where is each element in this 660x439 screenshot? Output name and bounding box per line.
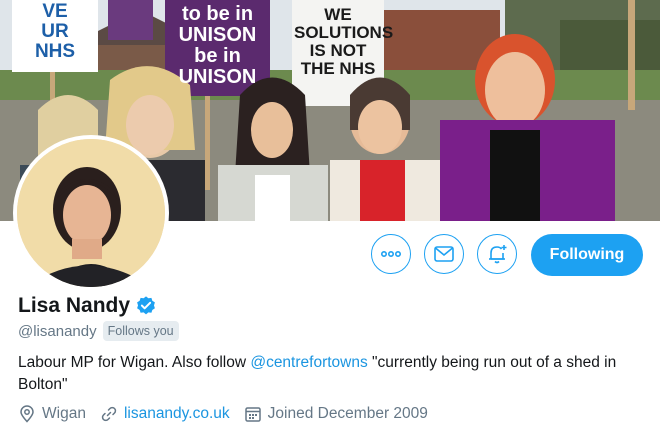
location-pin-icon <box>20 405 34 423</box>
bio-mention-link[interactable]: @centrefortowns <box>250 354 367 371</box>
banner-sign-unison: to be in UNISON be in UNISON <box>178 3 257 88</box>
location-text: Wigan <box>42 405 86 422</box>
more-icon <box>381 251 401 257</box>
avatar[interactable] <box>13 135 169 291</box>
following-button[interactable]: Following <box>531 234 643 276</box>
profile-handle: @lisanandy <box>18 322 97 340</box>
profile-name: Lisa Nandy <box>18 294 131 317</box>
website-link[interactable]: lisanandy.co.uk <box>124 405 230 423</box>
handle-row: @lisanandy Follows you <box>18 321 179 341</box>
link-icon <box>101 406 117 422</box>
bell-plus-icon <box>489 245 507 264</box>
location-item: Wigan <box>18 405 86 423</box>
verified-badge-icon <box>137 296 155 315</box>
follows-you-badge: Follows you <box>102 321 179 341</box>
joined-item: Joined December 2009 <box>244 405 428 423</box>
banner-sign-solutions: WE SOLUTIONS IS NOT THE NHS <box>294 5 394 78</box>
bio-text-prefix: Labour MP for Wigan. Also follow <box>18 354 251 371</box>
message-button[interactable] <box>424 234 464 274</box>
notify-button[interactable] <box>477 234 517 274</box>
joined-text: Joined December 2009 <box>267 405 428 422</box>
profile-bio: Labour MP for Wigan. Also follow @centre… <box>18 352 638 396</box>
calendar-icon <box>244 407 261 422</box>
profile-meta: Wigan lisanandy.co.uk Joined December 20… <box>18 405 442 423</box>
profile-name-row: Lisa Nandy <box>18 294 157 318</box>
avatar-photo <box>17 139 165 287</box>
more-button[interactable] <box>371 234 411 274</box>
website-item[interactable]: lisanandy.co.uk <box>100 405 230 423</box>
envelope-icon <box>434 246 454 262</box>
following-button-label: Following <box>549 246 625 263</box>
banner-sign-nhs: VE UR NHS <box>34 1 76 62</box>
